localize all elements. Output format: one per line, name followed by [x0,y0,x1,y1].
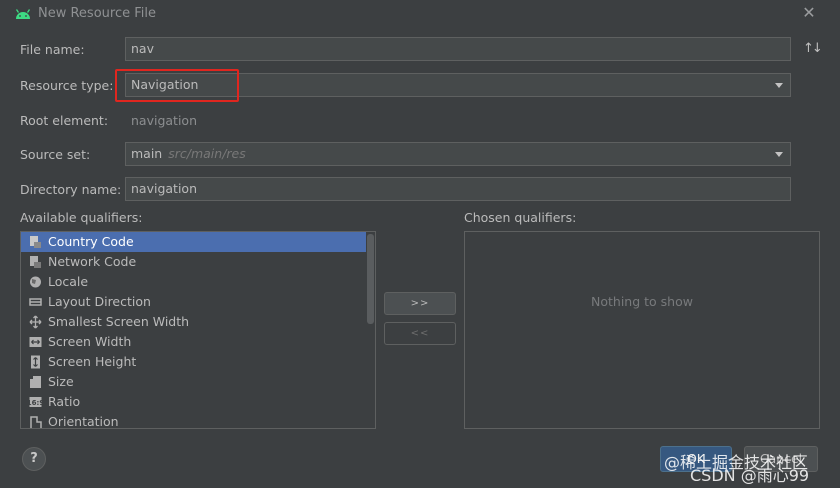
list-item[interactable]: Size [21,372,366,392]
list-item[interactable]: Network Code [21,252,366,272]
chosen-qualifiers-label: Chosen qualifiers: [464,210,577,225]
list-item[interactable]: Locale [21,272,366,292]
globe-icon [30,276,41,288]
network-code-icon [30,256,41,268]
file-name-input[interactable]: nav [125,37,791,61]
chosen-qualifiers-panel: Nothing to show [464,231,820,429]
highlight-box [115,69,239,102]
root-element-label: Root element: [20,113,109,128]
size-icon [30,376,41,388]
scrollbar-thumb[interactable] [367,234,374,324]
svg-text:16:9: 16:9 [29,399,42,407]
available-qualifiers-label: Available qualifiers: [20,210,143,225]
chevron-down-icon [775,152,783,157]
screen-height-icon [31,355,40,369]
list-item[interactable]: Orientation [21,412,366,428]
scrollbar[interactable] [366,232,375,428]
screen-width-icon [29,337,42,347]
country-code-icon [30,236,41,248]
list-item[interactable]: 16:9 Ratio [21,392,366,412]
add-qualifier-button[interactable]: >> [384,292,456,315]
list-item[interactable]: Layout Direction [21,292,366,312]
directory-name-input[interactable]: navigation [125,177,791,201]
dialog-title: New Resource File [38,6,156,21]
close-icon[interactable]: ✕ [800,4,818,22]
watermark-text-2: CSDN @雨心99 [690,466,810,485]
android-icon [15,9,31,19]
empty-state-text: Nothing to show [591,294,693,309]
root-element-value: navigation [131,113,197,128]
list-item[interactable]: Country Code [21,232,366,252]
chevron-down-icon [775,83,783,88]
layout-direction-icon [29,298,42,306]
source-set-select[interactable]: main src/main/res [125,142,791,166]
directory-name-label: Directory name: [20,182,122,197]
sort-icon[interactable]: ↑↓ [803,41,823,59]
source-set-value: main [131,146,163,161]
ratio-icon: 16:9 [29,397,42,407]
orientation-icon [30,416,42,428]
help-button[interactable]: ? [22,447,46,471]
file-name-label: File name: [20,42,85,57]
source-set-path: src/main/res [168,146,246,161]
available-qualifiers-list[interactable]: Country Code Network Code Locale Layout … [20,231,376,429]
list-item[interactable]: Screen Height [21,352,366,372]
resource-type-label: Resource type: [20,78,114,93]
source-set-label: Source set: [20,147,91,162]
list-item[interactable]: Screen Width [21,332,366,352]
list-item[interactable]: Smallest Screen Width [21,312,366,332]
smallest-width-icon [29,315,42,329]
remove-qualifier-button[interactable]: << [384,322,456,345]
